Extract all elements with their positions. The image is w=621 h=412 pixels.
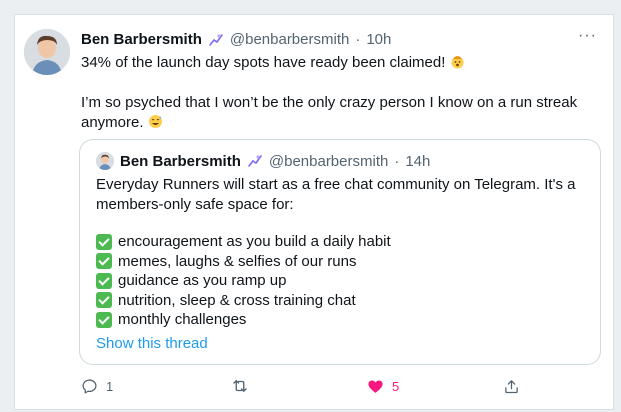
share-icon: [505, 379, 518, 393]
author-name[interactable]: Ben Barbersmith: [81, 31, 202, 48]
tweet-actions: 1 5: [81, 377, 541, 395]
list-item: guidance as you ramp up: [96, 271, 586, 291]
list-item-text: memes, laughs & selfies of our runs: [118, 252, 357, 270]
exploding-head-emoji-icon: [450, 54, 465, 69]
check-mark-icon: [96, 233, 112, 250]
list-item: memes, laughs & selfies of our runs: [96, 252, 586, 272]
list-item-text: nutrition, sleep & cross training chat: [118, 291, 356, 309]
quoted-avatar: [96, 152, 114, 170]
avatar[interactable]: [24, 29, 70, 75]
running-verified-icon: [247, 153, 263, 169]
list-item: monthly challenges: [96, 310, 586, 330]
separator-dot: ·: [394, 152, 400, 170]
reply-count: 1: [106, 378, 114, 394]
show-thread-link[interactable]: Show this thread: [96, 335, 208, 352]
quoted-author-name: Ben Barbersmith: [120, 152, 241, 170]
check-mark-icon: [96, 272, 112, 289]
sweat-smile-emoji-icon: [148, 114, 163, 129]
retweet-icon: [233, 380, 247, 392]
like-count: 5: [392, 378, 400, 394]
like-button[interactable]: 5: [367, 378, 503, 395]
running-verified-icon: [208, 32, 224, 48]
heart-icon: [368, 379, 383, 393]
list-item: nutrition, sleep & cross training chat: [96, 291, 586, 311]
author-handle[interactable]: @benbarbersmith: [230, 31, 349, 48]
list-item-text: guidance as you ramp up: [118, 272, 287, 289]
quoted-tweet-time: 14h: [405, 152, 431, 170]
check-mark-icon: [96, 253, 112, 270]
list-item: encouragement as you build a daily habit: [96, 232, 586, 252]
quoted-bullet-list: encouragement as you build a daily habit…: [96, 232, 586, 330]
reply-icon: [82, 378, 97, 394]
tweet-time[interactable]: 10h: [366, 31, 391, 48]
tweet-text-line1: 34% of the launch day spots have ready b…: [81, 54, 450, 71]
retweet-button[interactable]: [231, 377, 367, 395]
share-button[interactable]: [503, 378, 520, 395]
quoted-author-handle: @benbarbersmith: [268, 152, 389, 170]
check-mark-icon: [96, 292, 112, 309]
list-item-text: monthly challenges: [118, 311, 247, 328]
tweet-card[interactable]: Ben Barbersmith @benbarbersmith · 10h ··…: [14, 14, 614, 410]
tweet-text: 34% of the launch day spots have ready b…: [81, 53, 591, 133]
tweet-header: Ben Barbersmith @benbarbersmith · 10h: [81, 31, 391, 48]
quoted-tweet-header: Ben Barbersmith @benbarbersmith · 14h: [96, 152, 430, 170]
quoted-tweet-text: Everyday Runners will start as a free ch…: [96, 176, 576, 213]
check-mark-icon: [96, 311, 112, 328]
reply-button[interactable]: 1: [81, 378, 231, 395]
quoted-tweet[interactable]: Ben Barbersmith @benbarbersmith · 14h Ev…: [79, 139, 601, 365]
list-item-text: encouragement as you build a daily habit: [118, 233, 391, 250]
more-options-icon[interactable]: ···: [578, 27, 597, 45]
separator-dot: ·: [355, 31, 361, 48]
